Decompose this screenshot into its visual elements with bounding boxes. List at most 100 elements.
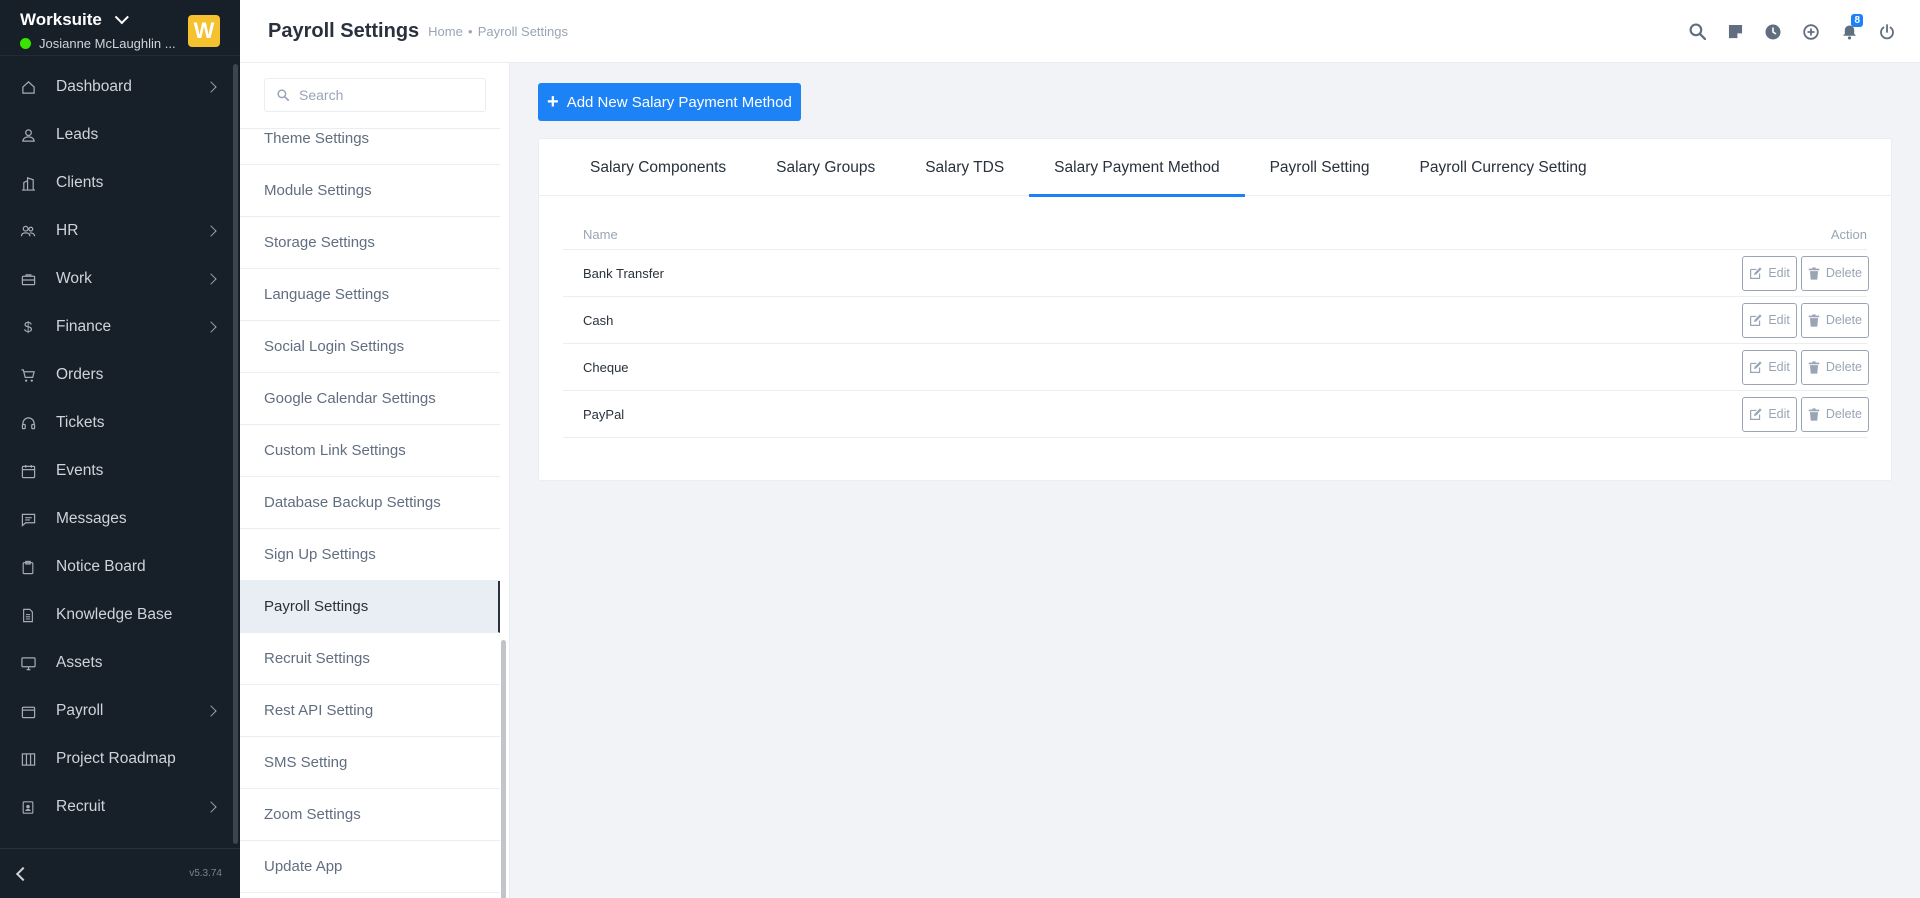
payroll-tabs: Salary Components Salary Groups Salary TDS… — [539, 139, 1891, 197]
sidebar-item-label: Work — [56, 270, 92, 287]
company-logo[interactable]: W — [188, 15, 220, 47]
edit-button[interactable]: Edit — [1742, 255, 1797, 291]
sidebar-item-messages[interactable]: Messages — [0, 495, 232, 543]
sidebar-item-orders[interactable]: Orders — [0, 351, 232, 399]
sidebar-item-label: HR — [56, 222, 79, 239]
settings-item-zoom-settings[interactable]: Zoom Settings — [240, 789, 500, 841]
sidebar-item-payroll[interactable]: Payroll — [0, 687, 232, 735]
edit-label: Edit — [1768, 407, 1790, 421]
sidebar-item-project-roadmap[interactable]: Project Roadmap — [0, 735, 232, 783]
sidebar-item-label: Leads — [56, 126, 99, 143]
edit-button[interactable]: Edit — [1742, 396, 1797, 432]
sidebar-item-assets[interactable]: Assets — [0, 639, 232, 687]
settings-item-theme-settings[interactable]: Theme Settings — [240, 129, 500, 165]
breadcrumb-current: Payroll Settings — [477, 23, 569, 39]
power-icon[interactable] — [1868, 23, 1906, 40]
sidebar-item-label: Dashboard — [56, 78, 132, 95]
settings-item-google-calendar-settings[interactable]: Google Calendar Settings — [240, 373, 500, 425]
sidebar-item-label: Clients — [56, 174, 104, 191]
settings-item-social-login-settings[interactable]: Social Login Settings — [240, 321, 500, 373]
sidebar-item-label: Project Roadmap — [56, 750, 176, 767]
sticky-note-icon[interactable] — [1716, 24, 1754, 39]
table-row: Cash Edit Delete — [563, 297, 1869, 344]
sidebar-item-label: Tickets — [56, 414, 105, 431]
settings-item-database-backup-settings[interactable]: Database Backup Settings — [240, 477, 500, 529]
tab-salary-groups[interactable]: Salary Groups — [751, 139, 900, 196]
tab-payroll-currency-setting[interactable]: Payroll Currency Setting — [1395, 139, 1612, 196]
edit-label: Edit — [1768, 266, 1790, 280]
delete-button[interactable]: Delete — [1800, 255, 1869, 291]
tab-salary-payment-method[interactable]: Salary Payment Method — [1029, 139, 1246, 197]
sidebar-item-notice-board[interactable]: Notice Board — [0, 543, 232, 591]
online-status-icon — [20, 38, 31, 49]
sidebar-item-label: Orders — [56, 366, 104, 383]
settings-item-recruit-settings[interactable]: Recruit Settings — [240, 633, 500, 685]
settings-menu-scrollbar[interactable] — [501, 128, 507, 898]
search-icon[interactable] — [1678, 23, 1716, 40]
trash-icon — [1808, 407, 1820, 421]
delete-label: Delete — [1825, 313, 1862, 327]
breadcrumb-home[interactable]: Home — [428, 24, 463, 39]
sidebar-item-clients[interactable]: Clients — [0, 159, 232, 207]
sidebar-item-finance[interactable]: $ Finance — [0, 303, 232, 351]
delete-label: Delete — [1825, 407, 1862, 421]
sidebar-item-label: Payroll — [56, 702, 104, 719]
notifications-bell-icon[interactable]: 8 — [1830, 13, 1868, 40]
add-circle-icon[interactable] — [1792, 23, 1830, 40]
sidebar-item-work[interactable]: Work — [0, 255, 232, 303]
sidebar-item-knowledge-base[interactable]: Knowledge Base — [0, 591, 232, 639]
tab-salary-components[interactable]: Salary Components — [565, 139, 751, 196]
sidebar-item-label: Recruit — [56, 798, 106, 815]
row-actions: Edit Delete — [1742, 302, 1869, 338]
clipboard-icon — [20, 559, 36, 575]
edit-icon — [1750, 407, 1762, 420]
tab-payroll-setting[interactable]: Payroll Setting — [1245, 139, 1395, 196]
edit-button[interactable]: Edit — [1742, 349, 1797, 385]
edit-icon — [1750, 360, 1762, 373]
building-icon — [20, 175, 36, 191]
sidebar-item-dashboard[interactable]: Dashboard — [0, 63, 232, 111]
settings-item-custom-link-settings[interactable]: Custom Link Settings — [240, 425, 500, 477]
sidebar-scrollbar[interactable] — [233, 64, 238, 844]
payment-method-name: Cash — [583, 312, 614, 328]
delete-button[interactable]: Delete — [1800, 349, 1869, 385]
settings-menu-scroll-thumb[interactable] — [501, 640, 506, 898]
sidebar-item-tickets[interactable]: Tickets — [0, 399, 232, 447]
collapse-sidebar-icon[interactable] — [15, 866, 31, 881]
chevron-right-icon — [205, 705, 217, 717]
edit-icon — [1750, 313, 1762, 326]
column-name-header: Name — [583, 227, 618, 242]
row-actions: Edit Delete — [1742, 255, 1869, 291]
sidebar-item-leads[interactable]: Leads — [0, 111, 232, 159]
settings-search[interactable] — [264, 78, 486, 112]
sidebar-item-hr[interactable]: HR — [0, 207, 232, 255]
plus-icon: + — [547, 91, 559, 113]
sidebar-item-events[interactable]: Events — [0, 447, 232, 495]
monitor-icon — [20, 655, 36, 671]
columns-icon — [20, 751, 36, 767]
settings-item-update-app[interactable]: Update App — [240, 841, 500, 893]
settings-item-language-settings[interactable]: Language Settings — [240, 269, 500, 321]
tab-salary-tds[interactable]: Salary TDS — [900, 139, 1029, 196]
badge-icon — [20, 799, 36, 815]
settings-item-sms-setting[interactable]: SMS Setting — [240, 737, 500, 789]
edit-button[interactable]: Edit — [1742, 302, 1797, 338]
table-body: Bank Transfer Edit Delete Cash Edit Delete Che… — [563, 250, 1869, 438]
delete-button[interactable]: Delete — [1800, 396, 1869, 432]
chevron-right-icon — [205, 225, 217, 237]
sidebar-item-label: Knowledge Base — [56, 606, 173, 623]
sidebar-item-recruit[interactable]: Recruit — [0, 783, 232, 831]
sidebar-menu: Dashboard Leads Clients HR Work $ Finance Order… — [0, 63, 232, 831]
settings-item-sign-up-settings[interactable]: Sign Up Settings — [240, 529, 500, 581]
settings-item-payroll-settings[interactable]: Payroll Settings — [240, 581, 500, 633]
app-version: v5.3.74 — [189, 868, 222, 879]
sidebar-footer: v5.3.74 — [0, 848, 240, 898]
settings-item-storage-settings[interactable]: Storage Settings — [240, 217, 500, 269]
add-salary-payment-method-button[interactable]: + Add New Salary Payment Method — [538, 83, 801, 121]
sidebar-item-label: Assets — [56, 654, 103, 671]
clock-icon[interactable] — [1754, 24, 1792, 40]
delete-button[interactable]: Delete — [1800, 302, 1869, 338]
settings-search-input[interactable] — [299, 87, 469, 103]
settings-item-module-settings[interactable]: Module Settings — [240, 165, 500, 217]
settings-item-rest-api-setting[interactable]: Rest API Setting — [240, 685, 500, 737]
